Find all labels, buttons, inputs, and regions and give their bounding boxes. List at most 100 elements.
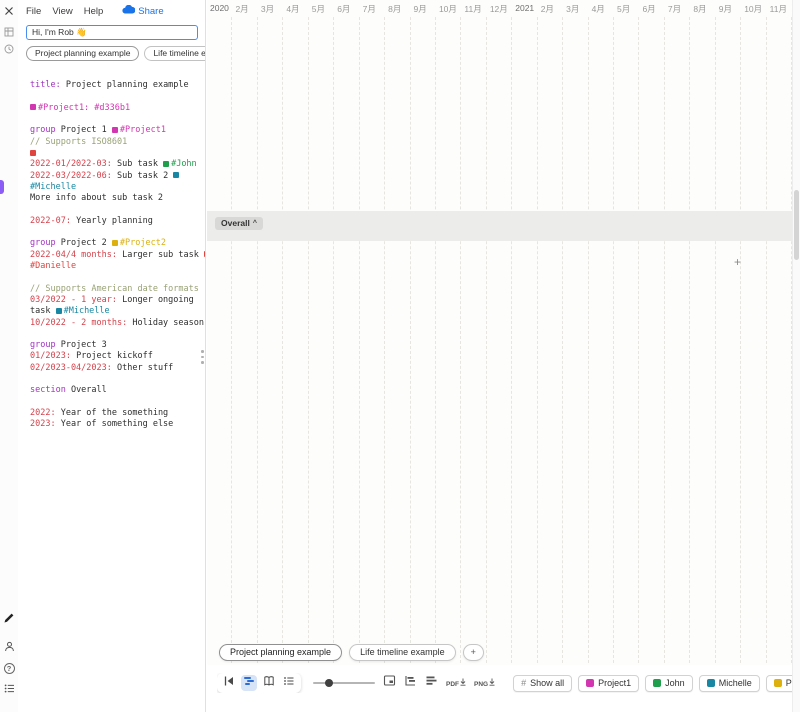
accent-notch[interactable]: [0, 180, 4, 194]
grid-column: [232, 17, 257, 663]
editor-line: [30, 227, 205, 238]
filter-label: Project1: [598, 678, 631, 688]
tag-color-swatch: [30, 104, 36, 110]
code-text: // Supports American date formats: [30, 284, 199, 294]
month-label: 7月: [363, 4, 376, 14]
month-label: 4月: [592, 4, 605, 14]
timeline-panel[interactable]: 20202月3月4月5月6月7月8月9月10月11月12月20212月3月4月5…: [207, 0, 800, 712]
filter-label: Show all: [530, 678, 564, 688]
timeline-view-button[interactable]: [241, 675, 257, 691]
editor[interactable]: title: Project planning example #Project…: [18, 61, 205, 431]
bottom-tab[interactable]: Project planning example: [219, 644, 342, 661]
list-icon: [4, 683, 15, 694]
pencil-icon: [3, 612, 15, 624]
timeline-month-row: 20202月3月4月5月6月7月8月9月10月11月12月20212月3月4月5…: [207, 0, 792, 17]
grid-column: [589, 17, 614, 663]
month-label: 11月: [464, 4, 481, 14]
book-view-button[interactable]: [261, 675, 277, 691]
month-label: 4月: [286, 4, 299, 14]
export-png-button[interactable]: PNG: [474, 678, 495, 688]
month-column: 7月: [360, 0, 385, 17]
timeline-grid: [207, 17, 792, 663]
month-column: 11月: [461, 0, 486, 17]
layout-button[interactable]: [3, 26, 15, 38]
minimap-toggle-button[interactable]: [383, 676, 396, 691]
code-text: // Supports ISO8601: [30, 137, 127, 147]
code-text: #Project1:: [38, 103, 89, 113]
scrollbar-thumb[interactable]: [794, 190, 799, 260]
history-button[interactable]: [3, 43, 15, 55]
menu-item[interactable]: File: [26, 6, 41, 17]
code-text: #John: [171, 159, 197, 169]
edit-mode-button[interactable]: [3, 612, 15, 624]
month-column: 3月: [563, 0, 588, 17]
filter-label: John: [665, 678, 685, 688]
editor-line: // Supports ISO8601: [30, 137, 205, 148]
filter-button[interactable]: Project1: [578, 675, 639, 692]
month-label: 3月: [566, 4, 579, 14]
jump-to-start-button[interactable]: [221, 675, 237, 691]
code-text: 2022-03/2022-06:: [30, 171, 112, 181]
code-text: 10/2022 - 2 months:: [30, 318, 127, 328]
slider-knob[interactable]: [325, 679, 333, 687]
code-text: Longer ongoing: [117, 295, 194, 305]
export-pdf-button[interactable]: PDF: [446, 678, 466, 688]
grid-column: [309, 17, 334, 663]
filter-button[interactable]: John: [645, 675, 693, 692]
tag-color-swatch: [56, 308, 62, 314]
doc-tabs: Project planning example Life timeline ex…: [18, 40, 205, 61]
add-event-hint[interactable]: +: [734, 255, 741, 269]
month-label: 9月: [719, 4, 732, 14]
code-text: 01/2023:: [30, 351, 71, 361]
menu-item[interactable]: View: [52, 6, 72, 17]
list-view-button[interactable]: [281, 675, 297, 691]
section-header-overall[interactable]: Overall ^: [215, 217, 263, 230]
autofit-button[interactable]: [404, 676, 417, 691]
month-label: 2020: [210, 3, 229, 13]
code-text: Sub task 2: [112, 171, 173, 181]
profile-button[interactable]: [3, 640, 15, 652]
vertical-scrollbar[interactable]: [792, 0, 800, 712]
editor-line: 2022-07: Yearly planning: [30, 216, 205, 227]
bottom-tabs: Project planning example Life timeline ex…: [219, 644, 484, 661]
filter-button[interactable]: #Show all: [513, 675, 572, 692]
tag-color-swatch: [173, 172, 179, 178]
month-label: 2月: [235, 4, 248, 14]
editor-line: 02/2023-04/2023: Other stuff: [30, 363, 205, 374]
filter-button[interactable]: Michelle: [699, 675, 760, 692]
code-text: More info about sub task 2: [30, 193, 163, 203]
code-text: #Danielle: [30, 261, 76, 271]
month-label: 8月: [388, 4, 401, 14]
share-button[interactable]: Share: [122, 5, 163, 17]
grid-column: [360, 17, 385, 663]
doc-tab[interactable]: Project planning example: [26, 46, 139, 61]
code-text: Year of something else: [56, 419, 174, 429]
editor-panel: File View Help Share Project planning exam…: [18, 0, 206, 712]
code-text: 2022:: [30, 408, 56, 418]
add-timeline-tab-button[interactable]: +: [463, 644, 484, 661]
slider-track[interactable]: [313, 682, 375, 684]
download-icon: [460, 678, 466, 688]
month-label: 3月: [261, 4, 274, 14]
grid-column: [283, 17, 308, 663]
menu-item[interactable]: Help: [84, 6, 104, 17]
changelog-button[interactable]: [3, 682, 15, 694]
editor-line: [30, 272, 205, 283]
row-style-button[interactable]: [425, 676, 438, 691]
close-button[interactable]: [3, 5, 15, 17]
editor-line: group Project 3: [30, 340, 205, 351]
help-button[interactable]: ?: [3, 662, 15, 674]
clock-icon: [4, 44, 14, 54]
grid-column: [538, 17, 563, 663]
editor-line: title: Project planning example: [30, 80, 205, 91]
panel-resize-handle[interactable]: [201, 350, 204, 367]
month-label: 2月: [541, 4, 554, 14]
tag-color-swatch: [163, 161, 169, 167]
month-label: 9月: [414, 4, 427, 14]
zoom-slider[interactable]: [313, 682, 375, 684]
doc-tab[interactable]: Life timeline example: [144, 46, 205, 61]
timeline-toolbar: PDF PNG #Show allProject1JohnMichellePro…: [217, 673, 800, 693]
bottom-tab[interactable]: Life timeline example: [349, 644, 456, 661]
greeting-input[interactable]: [26, 25, 198, 40]
month-column: 6月: [334, 0, 359, 17]
